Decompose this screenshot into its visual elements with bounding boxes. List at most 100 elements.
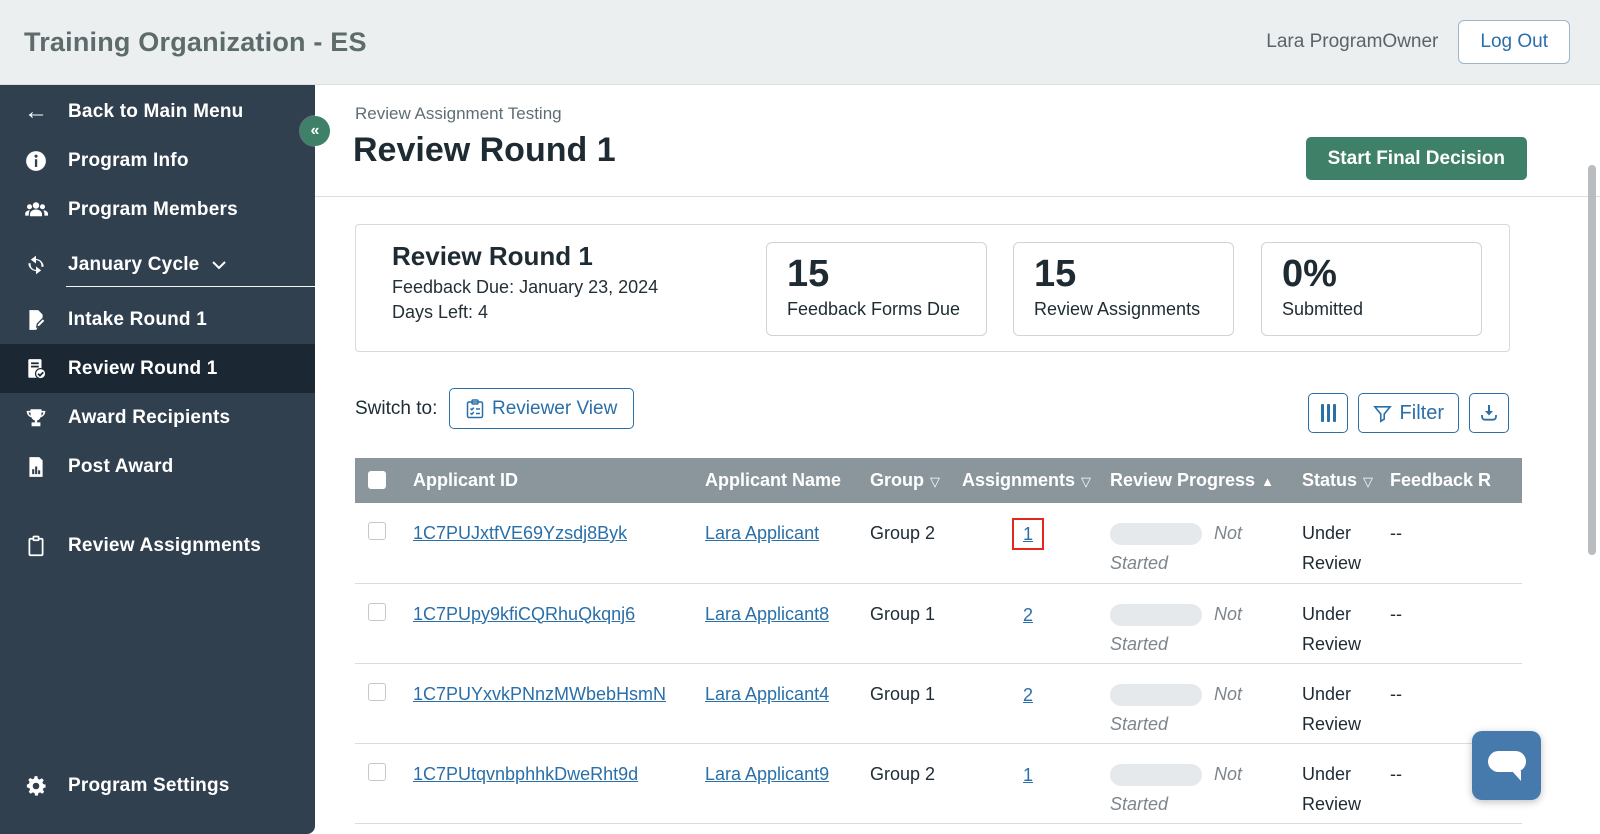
- sort-down-icon: ▽: [930, 474, 940, 489]
- breadcrumb[interactable]: Review Assignment Testing: [355, 104, 562, 124]
- assignments-link[interactable]: 2: [1023, 685, 1033, 705]
- sidebar-item-label: Intake Round 1: [68, 308, 207, 330]
- stat-feedback-forms-due: 15 Feedback Forms Due: [766, 242, 987, 336]
- stat-label: Submitted: [1282, 298, 1364, 319]
- group-cell: Group 1: [860, 583, 952, 664]
- sidebar-collapse-button[interactable]: «: [300, 116, 330, 146]
- applicant-id-link[interactable]: 1C7PUpy9kfiCQRhuQkqnj6: [413, 604, 635, 624]
- reviewer-view-icon: [466, 398, 484, 419]
- applicant-name-link[interactable]: Lara Applicant4: [705, 684, 829, 704]
- document-edit-icon: [24, 308, 48, 332]
- sort-down-icon: ▽: [1081, 474, 1092, 489]
- column-header-review-progress[interactable]: Review Progress ▲: [1100, 458, 1292, 503]
- assignments-link[interactable]: 2: [1023, 605, 1033, 625]
- divider: [315, 196, 1600, 197]
- row-checkbox[interactable]: [368, 602, 386, 621]
- chat-widget-button[interactable]: [1472, 731, 1541, 800]
- columns-button[interactable]: [1308, 393, 1348, 433]
- sidebar-item-post-award[interactable]: Post Award: [0, 442, 315, 491]
- column-header-assignments[interactable]: Assignments ▽: [952, 458, 1100, 503]
- stat-review-assignments: 15 Review Assignments: [1013, 242, 1234, 336]
- round-title: Review Round 1: [392, 241, 593, 271]
- clipboard-icon: [24, 534, 48, 558]
- switch-to-label: Switch to:: [355, 398, 438, 419]
- applicant-id-link[interactable]: 1C7PUtqvnbphhkDweRht9d: [413, 764, 638, 784]
- table-row: 1C7PUpy9kfiCQRhuQkqnj6 Lara Applicant8 G…: [355, 583, 1522, 664]
- reviewer-view-button[interactable]: Reviewer View: [449, 388, 635, 429]
- column-header-group[interactable]: Group ▽: [860, 458, 952, 503]
- progress-bar: [1110, 523, 1202, 546]
- feedback-due-text: Feedback Due: January 23, 2024: [392, 277, 659, 297]
- sidebar-item-label: Review Assignments: [68, 534, 261, 556]
- sort-down-icon: ▽: [1363, 474, 1374, 489]
- review-progress-cell: Not Started: [1100, 503, 1292, 584]
- sidebar-item-back-to-main-menu[interactable]: ← Back to Main Menu: [0, 87, 315, 136]
- applicant-name-link[interactable]: Lara Applicant8: [705, 604, 829, 624]
- select-all-checkbox[interactable]: [368, 471, 386, 489]
- people-icon: [24, 198, 48, 222]
- row-checkbox[interactable]: [368, 522, 386, 540]
- applicants-table: Applicant ID Applicant Name Group ▽ Assig…: [355, 458, 1522, 824]
- document-chart-icon: [24, 455, 48, 479]
- main-content: Review Assignment Testing Review Round 1…: [315, 85, 1600, 834]
- info-icon: [24, 149, 48, 173]
- sidebar-nav: ← Back to Main Menu Program Info Program…: [0, 85, 315, 834]
- column-header-applicant-name: Applicant Name: [695, 458, 860, 503]
- sidebar-item-program-settings[interactable]: Program Settings: [0, 761, 315, 810]
- sidebar-item-label: Award Recipients: [68, 406, 231, 428]
- applicant-name-link[interactable]: Lara Applicant: [705, 523, 819, 543]
- progress-bar: [1110, 683, 1202, 706]
- download-button[interactable]: [1469, 393, 1509, 433]
- group-cell: Group 2: [860, 743, 952, 824]
- sidebar-item-program-info[interactable]: Program Info: [0, 136, 315, 185]
- status-cell: Under Review: [1292, 583, 1380, 664]
- assignments-link[interactable]: 1: [1023, 765, 1033, 785]
- sidebar-item-intake-round-1[interactable]: Intake Round 1: [0, 295, 315, 344]
- progress-bar: [1110, 603, 1202, 626]
- applicant-name-link[interactable]: Lara Applicant9: [705, 764, 829, 784]
- sidebar-item-label: January Cycle: [68, 253, 200, 275]
- trophy-icon: [24, 406, 48, 430]
- sidebar-item-label: Program Settings: [68, 774, 230, 796]
- applicant-id-link[interactable]: 1C7PUYxvkPNnzMWbebHsmN: [413, 684, 666, 704]
- sidebar-item-award-recipients[interactable]: Award Recipients: [0, 393, 315, 442]
- sidebar-item-review-assignments[interactable]: Review Assignments: [0, 521, 315, 570]
- column-header-feedback: Feedback R: [1380, 458, 1522, 503]
- group-cell: Group 1: [860, 663, 952, 744]
- start-final-decision-button[interactable]: Start Final Decision: [1305, 137, 1527, 180]
- stat-value: 15: [787, 253, 830, 295]
- assignments-link[interactable]: 1: [1023, 524, 1033, 544]
- top-header: Training Organization - ES Lara ProgramO…: [0, 0, 1600, 85]
- reviewer-view-label: Reviewer View: [492, 397, 618, 419]
- organization-title: Training Organization - ES: [24, 26, 367, 57]
- vertical-scrollbar[interactable]: [1588, 165, 1596, 555]
- filter-button[interactable]: Filter: [1357, 393, 1459, 433]
- sidebar-item-review-round-1[interactable]: Review Round 1: [0, 344, 315, 393]
- chat-bubble-tail: [1512, 771, 1521, 781]
- filter-label: Filter: [1399, 401, 1444, 424]
- days-left-text: Days Left: 4: [392, 302, 489, 323]
- sidebar-item-program-members[interactable]: Program Members: [0, 185, 315, 234]
- sidebar-item-cycle-selector[interactable]: January Cycle: [0, 240, 315, 289]
- review-progress-cell: Not Started: [1100, 743, 1292, 824]
- row-checkbox[interactable]: [368, 682, 386, 701]
- feedback-cell: --: [1380, 503, 1522, 584]
- logout-button[interactable]: Log Out: [1458, 20, 1570, 64]
- download-icon: [1479, 403, 1499, 423]
- annotation-highlight: 1: [1012, 518, 1045, 550]
- review-progress-cell: Not Started: [1100, 583, 1292, 664]
- user-name: Lara ProgramOwner: [1266, 31, 1439, 52]
- row-checkbox[interactable]: [368, 762, 386, 781]
- sidebar-item-label: Program Info: [68, 149, 189, 171]
- feedback-cell: --: [1380, 583, 1522, 664]
- round-summary-card: Review Round 1 Feedback Due: January 23,…: [355, 224, 1510, 352]
- sidebar-item-label: Back to Main Menu: [68, 100, 244, 122]
- table-row: 1C7PUJxtfVE69Yzsdj8Byk Lara Applicant Gr…: [355, 503, 1522, 584]
- applicant-id-link[interactable]: 1C7PUJxtfVE69Yzsdj8Byk: [413, 523, 627, 543]
- document-check-icon: [24, 357, 48, 381]
- table-row: 1C7PUYxvkPNnzMWbebHsmN Lara Applicant4 G…: [355, 663, 1522, 744]
- sidebar-item-label: Program Members: [68, 198, 238, 220]
- table-row: 1C7PUtqvnbphhkDweRht9d Lara Applicant9 G…: [355, 743, 1522, 824]
- column-header-status[interactable]: Status ▽: [1292, 458, 1380, 503]
- progress-bar: [1110, 763, 1202, 786]
